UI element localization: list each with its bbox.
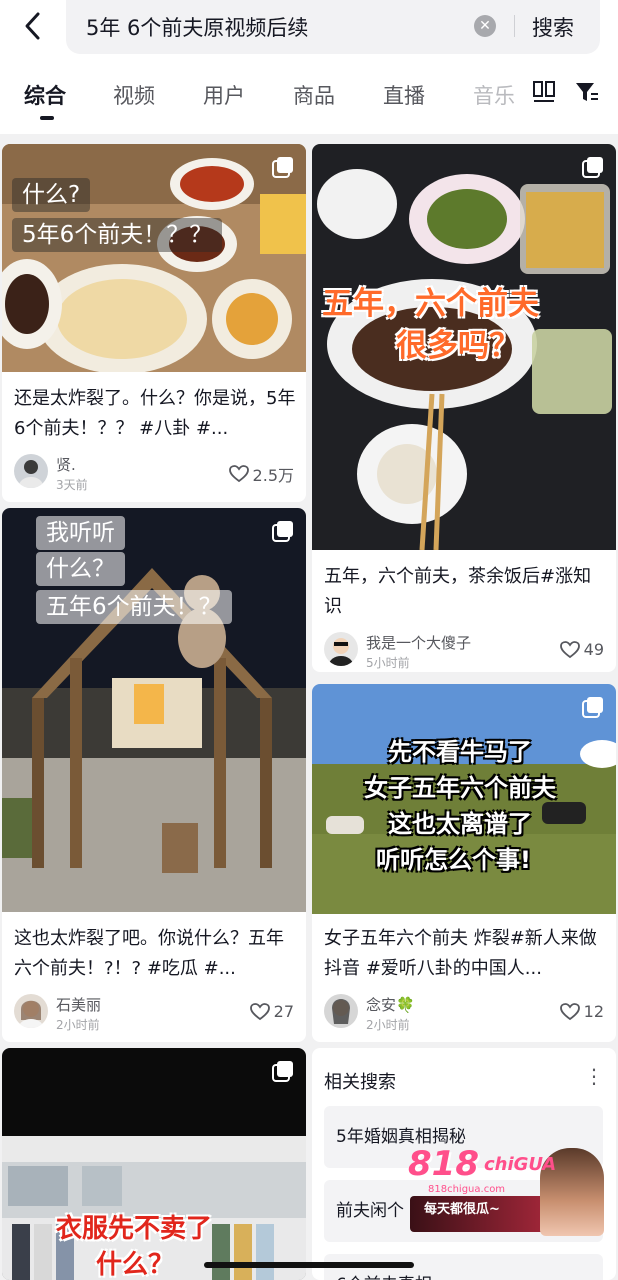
search-input[interactable]: 5年 6个前夫原视频后续 ✕ 搜索 xyxy=(66,0,600,54)
related-searches-title: 相关搜索 xyxy=(324,1072,396,1093)
tab-music[interactable]: 音乐 xyxy=(473,80,515,110)
overlay-caption: 先不看牛马了 xyxy=(388,738,532,766)
video-thumbnail[interactable]: 我听听 什么？ 五年6个前夫！？ xyxy=(2,508,306,912)
video-card[interactable]: 衣服先不卖了 什么？ xyxy=(2,1048,306,1280)
like-count-value: 27 xyxy=(273,1002,294,1021)
tab-video[interactable]: 视频 xyxy=(113,80,155,110)
search-button[interactable]: 搜索 xyxy=(532,12,574,42)
multi-image-icon xyxy=(272,1061,293,1082)
overlay-caption: 衣服先不卖了 xyxy=(56,1214,213,1244)
top-bar: 5年 6个前夫原视频后续 ✕ 搜索 xyxy=(0,0,618,60)
overlay-caption: 什么？ xyxy=(36,552,125,586)
tab-live[interactable]: 直播 xyxy=(383,80,425,110)
video-card[interactable]: 先不看牛马了 女子五年六个前夫 这也太离谱了 听听怎么个事! 女子五年六个前夫 … xyxy=(312,684,616,1042)
video-title: 女子五年六个前夫 炸裂#新人来做抖音 #爱听八卦的中国人... xyxy=(324,928,597,979)
multi-image-icon xyxy=(272,157,293,178)
username[interactable]: 石美丽 xyxy=(56,994,101,1015)
username[interactable]: 我是一个大傻子 xyxy=(366,632,471,653)
username[interactable]: 念安🍀 xyxy=(366,994,415,1015)
avatar[interactable] xyxy=(324,632,358,666)
post-time: 3天前 xyxy=(56,478,88,492)
tab-bar: 综合 视频 用户 商品 直播 音乐 xyxy=(0,60,618,134)
video-title: 这也太炸裂了吧。你说什么？五年六个前夫！?！? #吃瓜 #... xyxy=(14,928,284,979)
active-tab-indicator xyxy=(40,116,54,120)
post-time: 5小时前 xyxy=(366,656,410,670)
heart-icon xyxy=(228,465,249,483)
watermark-slogan: 每天都很瓜~ xyxy=(424,1202,500,1217)
video-card[interactable]: 我听听 什么？ 五年6个前夫！？ 这也太炸裂了吧。你说什么？五年六个前夫！?！?… xyxy=(2,508,306,1042)
overlay-caption: 这也太离谱了 xyxy=(388,810,532,838)
video-thumbnail[interactable]: 衣服先不卖了 什么？ xyxy=(2,1048,306,1280)
more-options-icon[interactable]: ⋮ xyxy=(584,1064,604,1088)
overlay-caption: 什么? xyxy=(12,178,91,212)
overlay-caption: 很多吗？ xyxy=(396,328,520,364)
video-thumbnail[interactable]: 五年，六个前夫 很多吗？ xyxy=(312,144,616,550)
post-time: 2小时前 xyxy=(56,1018,100,1032)
tab-general[interactable]: 综合 xyxy=(24,80,66,110)
overlay-caption: 五年6个前夫！？ xyxy=(36,590,232,624)
search-query: 5年 6个前夫原视频后续 xyxy=(86,16,309,40)
video-thumbnail[interactable]: 什么? 5年6个前夫！？？ xyxy=(2,144,306,372)
back-button[interactable] xyxy=(14,6,50,46)
video-title: 还是太炸裂了。什么？你是说，5年6个前夫！？？ #八卦 #... xyxy=(14,388,296,439)
multi-image-icon xyxy=(272,521,293,542)
tab-products[interactable]: 商品 xyxy=(293,80,335,110)
heart-icon xyxy=(559,640,580,658)
like-count-value: 12 xyxy=(583,1002,604,1021)
video-title: 五年，六个前夫，茶余饭后#涨知识 xyxy=(324,566,592,617)
overlay-caption: 五年，六个前夫 xyxy=(322,286,539,322)
watermark-number: 818 xyxy=(408,1144,479,1184)
overlay-caption: 听听怎么个事! xyxy=(376,846,531,874)
heart-icon xyxy=(559,1002,580,1020)
layout-toggle-icon[interactable] xyxy=(532,80,556,104)
overlay-caption: 我听听 xyxy=(36,516,125,550)
watermark-url: 818chigua.com xyxy=(428,1184,506,1195)
clear-icon[interactable]: ✕ xyxy=(474,15,496,37)
multi-image-icon xyxy=(582,697,603,718)
avatar[interactable] xyxy=(324,994,358,1028)
like-count-value: 49 xyxy=(583,640,604,659)
overlay-caption: 什么？ xyxy=(96,1250,175,1280)
avatar[interactable] xyxy=(14,454,48,488)
video-card[interactable]: 五年，六个前夫 很多吗？ 五年，六个前夫，茶余饭后#涨知识 我是一个大傻子 5小… xyxy=(312,144,616,672)
back-arrow-icon xyxy=(25,12,40,40)
like-count[interactable]: 2.5万 xyxy=(228,462,294,486)
like-count-value: 2.5万 xyxy=(252,466,294,485)
video-thumbnail[interactable]: 先不看牛马了 女子五年六个前夫 这也太离谱了 听听怎么个事! xyxy=(312,684,616,914)
video-card[interactable]: 什么? 5年6个前夫！？？ 还是太炸裂了。什么？你是说，5年6个前夫！？？ #八… xyxy=(2,144,306,502)
post-time: 2小时前 xyxy=(366,1018,410,1032)
filter-icon[interactable] xyxy=(574,80,600,104)
overlay-caption: 5年6个前夫！？？ xyxy=(12,218,223,252)
avatar[interactable] xyxy=(14,994,48,1028)
site-watermark: 818 chiGUA 818chigua.com 每天都很瓜~ xyxy=(400,1140,605,1240)
like-count[interactable]: 49 xyxy=(559,640,604,659)
like-count[interactable]: 12 xyxy=(559,1002,604,1021)
divider xyxy=(514,15,515,37)
heart-icon xyxy=(249,1002,270,1020)
username[interactable]: 贤. xyxy=(56,454,76,475)
multi-image-icon xyxy=(582,157,603,178)
tab-users[interactable]: 用户 xyxy=(203,80,245,110)
watermark-brand: chiGUA xyxy=(484,1154,557,1175)
like-count[interactable]: 27 xyxy=(249,1002,294,1021)
home-indicator[interactable] xyxy=(204,1262,414,1268)
overlay-caption: 女子五年六个前夫 xyxy=(364,774,556,802)
